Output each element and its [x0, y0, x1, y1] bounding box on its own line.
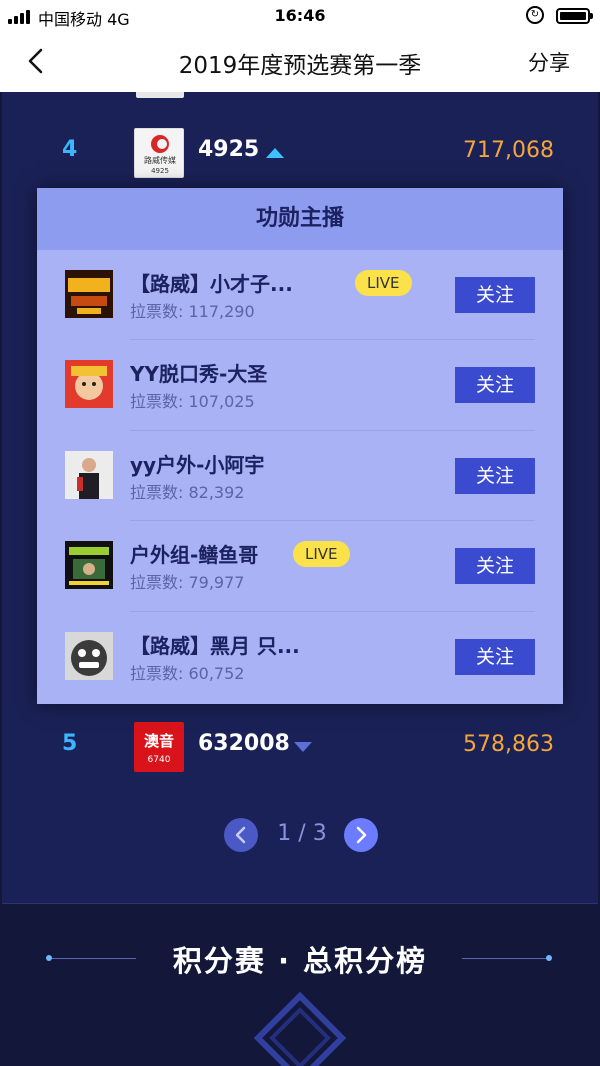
follow-button[interactable]: 关注 — [455, 367, 535, 403]
team-logo — [136, 92, 184, 98]
rank-number: 5 — [62, 731, 78, 756]
trend-down-icon — [294, 742, 312, 752]
anchor-item: 【路威】小才子... LIVE 拉票数: 117,290 关注 — [37, 250, 563, 340]
follow-button[interactable]: 关注 — [455, 277, 535, 313]
avatar[interactable] — [65, 541, 113, 589]
team-logo-text: 路威传媒 — [144, 155, 176, 165]
live-badge: LIVE — [293, 541, 350, 567]
trend-up-icon — [266, 148, 284, 158]
anchor-item: 户外组-鳝鱼哥 LIVE 拉票数: 79,977 关注 — [37, 521, 563, 611]
rank-number: 4 — [62, 137, 78, 162]
anchor-item: yy户外-小阿宇 拉票数: 82,392 关注 — [37, 431, 563, 521]
content-area: 4 路威传媒 4925 4925 717,068 5 澳音 6740 63200… — [0, 92, 600, 1066]
team-logo: 澳音 6740 — [134, 722, 184, 772]
team-logo-text: 澳音 — [144, 732, 174, 750]
anchor-votes: 拉票数: 107,025 — [130, 392, 255, 411]
anchor-name: YY脱口秀-大圣 — [130, 362, 268, 386]
avatar[interactable] — [65, 360, 113, 408]
hero-anchors-card: 功勋主播 【路威】小才子... LIVE 拉票数: 117,290 关注 YY脱… — [37, 188, 563, 704]
page-title: 2019年度预选赛第一季 — [178, 53, 422, 79]
share-button[interactable]: 分享 — [528, 47, 570, 77]
anchor-name: yy户外-小阿宇 — [130, 453, 265, 477]
avatar[interactable] — [65, 632, 113, 680]
chevron-left-icon — [235, 826, 246, 844]
team-logo-subtext: 6740 — [148, 755, 171, 765]
status-bar: 中国移动 4G 16:46 ↻ — [0, 0, 600, 32]
team-score: 717,068 — [463, 138, 554, 163]
nav-bar: 2019年度预选赛第一季 分享 — [0, 32, 600, 92]
follow-button[interactable]: 关注 — [455, 548, 535, 584]
chevron-right-icon — [356, 826, 367, 844]
avatar[interactable] — [65, 270, 113, 318]
live-badge: LIVE — [355, 270, 412, 296]
team-score: 578,863 — [463, 732, 554, 757]
anchor-votes: 拉票数: 60,752 — [130, 664, 245, 683]
clock: 16:46 — [274, 6, 326, 25]
follow-button[interactable]: 关注 — [455, 639, 535, 675]
anchor-item: YY脱口秀-大圣 拉票数: 107,025 关注 — [37, 340, 563, 430]
anchor-name: 户外组-鳝鱼哥 — [130, 543, 259, 567]
pagination: 1 / 3 — [2, 818, 598, 854]
ranking-row[interactable]: 5 澳音 6740 632008 578,863 — [2, 722, 598, 772]
team-logo: 路威传媒 4925 — [134, 128, 184, 178]
avatar[interactable] — [65, 451, 113, 499]
ranking-row[interactable]: 4 路威传媒 4925 4925 717,068 — [2, 128, 598, 178]
orientation-lock-icon: ↻ — [526, 6, 544, 24]
prev-page-button[interactable] — [224, 818, 258, 852]
next-page-button[interactable] — [344, 818, 378, 852]
anchor-name: 【路威】小才子... — [130, 272, 293, 296]
page-indicator: 1 / 3 — [277, 821, 327, 846]
anchor-votes: 拉票数: 117,290 — [130, 302, 255, 321]
anchor-votes: 拉票数: 79,977 — [130, 573, 245, 592]
team-name: 632008 — [198, 731, 290, 756]
team-name: 4925 — [198, 137, 260, 162]
team-logo-subtext: 4925 — [151, 167, 169, 175]
section-title: 积分赛 · 总积分榜 — [172, 944, 428, 978]
anchor-name: 【路威】黑月 只... — [130, 634, 300, 658]
anchor-votes: 拉票数: 82,392 — [130, 483, 245, 502]
anchor-item: 【路威】黑月 只... 拉票数: 60,752 关注 — [37, 612, 563, 702]
card-title: 功勋主播 — [37, 188, 563, 250]
diamond-decoration — [253, 991, 347, 1066]
follow-button[interactable]: 关注 — [455, 458, 535, 494]
battery-icon — [556, 8, 593, 24]
